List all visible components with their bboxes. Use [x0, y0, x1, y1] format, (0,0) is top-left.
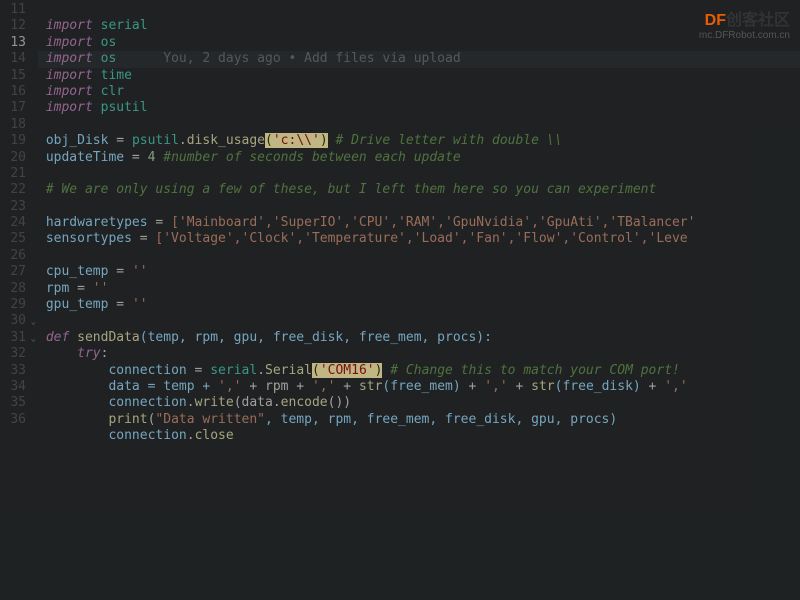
- line-number: 34: [0, 379, 26, 395]
- fold-icon[interactable]: ⌄: [31, 331, 36, 347]
- code-line[interactable]: [38, 166, 800, 182]
- line-number: 20: [0, 150, 26, 166]
- code-line-current[interactable]: import os You, 2 days ago • Add files vi…: [38, 51, 800, 67]
- line-number: 26: [0, 248, 26, 264]
- code-line[interactable]: connection.write(data.encode()): [38, 395, 800, 411]
- line-gutter: 11 12 13 14 15 16 17 18 19 20 21 22 23 2…: [0, 2, 38, 600]
- code-line[interactable]: connection = serial.Serial('COM16') # Ch…: [38, 363, 800, 379]
- line-number: 11: [0, 2, 26, 18]
- line-number: 18: [0, 117, 26, 133]
- fold-icon[interactable]: ⌄: [31, 314, 36, 330]
- line-number: 22: [0, 182, 26, 198]
- line-number: 31⌄: [0, 330, 26, 346]
- line-number: 24: [0, 215, 26, 231]
- line-number: 15: [0, 68, 26, 84]
- code-line[interactable]: rpm = '': [38, 281, 800, 297]
- code-line[interactable]: connection.close: [38, 428, 800, 444]
- code-content[interactable]: import serial import os import os You, 2…: [38, 2, 800, 600]
- code-line[interactable]: [38, 117, 800, 133]
- codelens-annotation[interactable]: You, 2 days ago • Add files via upload: [163, 51, 460, 66]
- code-line[interactable]: obj_Disk = psutil.disk_usage('c:\\') # D…: [38, 133, 800, 149]
- code-line[interactable]: def sendData(temp, rpm, gpu, free_disk, …: [38, 330, 800, 346]
- line-number: 17: [0, 100, 26, 116]
- line-number: 16: [0, 84, 26, 100]
- line-number: 29: [0, 297, 26, 313]
- code-line[interactable]: [38, 248, 800, 264]
- code-line[interactable]: [38, 313, 800, 329]
- line-number: 23: [0, 199, 26, 215]
- watermark-brand: DF创客社区: [699, 6, 790, 30]
- line-number: 33: [0, 363, 26, 379]
- code-line[interactable]: try:: [38, 346, 800, 362]
- line-number: 35: [0, 395, 26, 411]
- line-number: 25: [0, 231, 26, 247]
- watermark: DF创客社区 mc.DFRobot.com.cn: [699, 6, 790, 41]
- code-line[interactable]: updateTime = 4 #number of seconds betwee…: [38, 150, 800, 166]
- code-line[interactable]: # We are only using a few of these, but …: [38, 182, 800, 198]
- line-number: 27: [0, 264, 26, 280]
- code-line[interactable]: cpu_temp = '': [38, 264, 800, 280]
- code-line[interactable]: import os: [38, 35, 800, 51]
- watermark-url: mc.DFRobot.com.cn: [699, 30, 790, 41]
- code-line[interactable]: print("Data written", temp, rpm, free_me…: [38, 412, 800, 428]
- code-editor[interactable]: 11 12 13 14 15 16 17 18 19 20 21 22 23 2…: [0, 0, 800, 600]
- code-line[interactable]: hardwaretypes = ['Mainboard','SuperIO','…: [38, 215, 800, 231]
- code-line[interactable]: data = temp + ',' + rpm + ',' + str(free…: [38, 379, 800, 395]
- code-line[interactable]: import time: [38, 68, 800, 84]
- line-number: 28: [0, 281, 26, 297]
- code-line[interactable]: [38, 199, 800, 215]
- line-number: 32: [0, 346, 26, 362]
- line-number: 21: [0, 166, 26, 182]
- line-number: 19: [0, 133, 26, 149]
- line-number: 36: [0, 412, 26, 428]
- code-line[interactable]: gpu_temp = '': [38, 297, 800, 313]
- line-number: 13: [0, 35, 26, 51]
- line-number: 14: [0, 51, 26, 67]
- line-number: 30⌄: [0, 313, 26, 329]
- code-line[interactable]: import clr: [38, 84, 800, 100]
- code-line[interactable]: sensortypes = ['Voltage','Clock','Temper…: [38, 231, 800, 247]
- code-line[interactable]: import psutil: [38, 100, 800, 116]
- line-number: 12: [0, 18, 26, 34]
- code-line[interactable]: import serial: [38, 18, 800, 34]
